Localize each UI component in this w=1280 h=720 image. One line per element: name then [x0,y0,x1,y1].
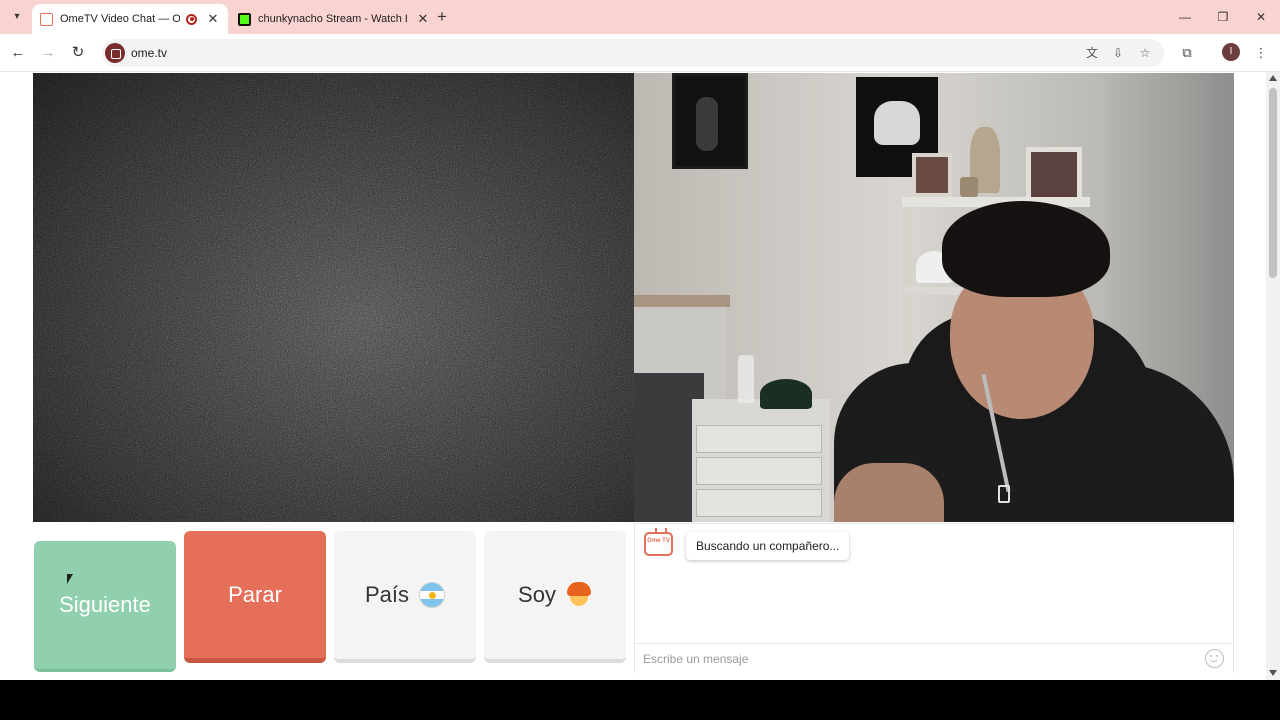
url-text: ome.tv [131,46,168,60]
stop-button[interactable]: Parar [184,531,326,663]
close-tab-icon[interactable]: ✕ [206,11,220,27]
tab-search-icon[interactable]: ▾ [8,9,26,25]
bottom-bar [0,680,1280,720]
browser-toolbar: ← → ↻ ome.tv 文 ⇩ ☆ ⧉ I ⋮ [0,34,1280,72]
country-button[interactable]: País [334,531,476,663]
cap [760,379,812,409]
chat-input-bar [635,643,1233,673]
tab-kick[interactable]: chunkynacho Stream - Watch Li ✕ [232,4,430,34]
site-info-icon[interactable] [105,43,125,63]
menu-icon[interactable]: ⋮ [1252,44,1270,62]
install-app-icon[interactable]: ⇩ [1110,45,1126,61]
mouse-cursor-icon [67,574,73,584]
profile-icon[interactable]: I [1222,43,1240,61]
tab-strip: ▾ OmeTV Video Chat — Ome ✕ chunkynacho S… [0,0,1280,34]
argentina-flag-icon [419,582,446,608]
emoji-icon[interactable] [1205,649,1224,668]
bookmark-star-icon[interactable]: ☆ [1137,45,1153,61]
restore-icon[interactable]: ❐ [1213,8,1233,26]
status-message: Buscando un compañero... [686,532,850,560]
stop-label: Parar [228,581,282,607]
ome-tv-logo-icon: Ome TV [644,532,673,556]
kick-favicon-icon [238,12,251,26]
address-bar[interactable]: ome.tv 文 ⇩ ☆ [102,39,1164,67]
back-icon[interactable]: ← [9,44,27,62]
chat-panel: Ome TV Buscando un compañero... [634,523,1234,673]
tab-title: OmeTV Video Chat — Ome [60,13,180,25]
minimize-icon[interactable]: — [1175,8,1195,26]
scroll-up-icon[interactable] [1269,75,1277,81]
picture-frame [912,153,952,197]
country-label: País [364,582,410,607]
reload-icon[interactable]: ↻ [69,44,87,62]
forward-icon[interactable]: → [39,44,57,62]
self-video [634,73,1234,522]
tab-ometv[interactable]: OmeTV Video Chat — Ome ✕ [32,4,228,34]
close-window-icon[interactable]: ✕ [1251,8,1271,26]
page-content: Siguiente Parar País Soy Ome TV Buscando… [0,72,1280,680]
boy-avatar-icon [566,582,592,608]
message-input[interactable] [643,649,1183,669]
extensions-icon[interactable]: ⧉ [1178,44,1196,62]
recording-icon [186,13,197,25]
ometv-favicon-icon [40,12,53,26]
next-label: Siguiente [59,592,151,617]
scroll-thumb[interactable] [1269,88,1277,278]
scroll-down-icon[interactable] [1269,670,1277,676]
tab-title: chunkynacho Stream - Watch Li [258,13,407,25]
close-tab-icon[interactable]: ✕ [416,11,430,27]
gender-button[interactable]: Soy [484,531,626,663]
stranger-video [33,73,634,522]
new-tab-icon[interactable]: + [434,8,450,26]
next-button[interactable]: Siguiente [34,541,176,672]
translate-icon[interactable]: 文 [1084,45,1100,61]
gender-label: Soy [518,582,556,607]
